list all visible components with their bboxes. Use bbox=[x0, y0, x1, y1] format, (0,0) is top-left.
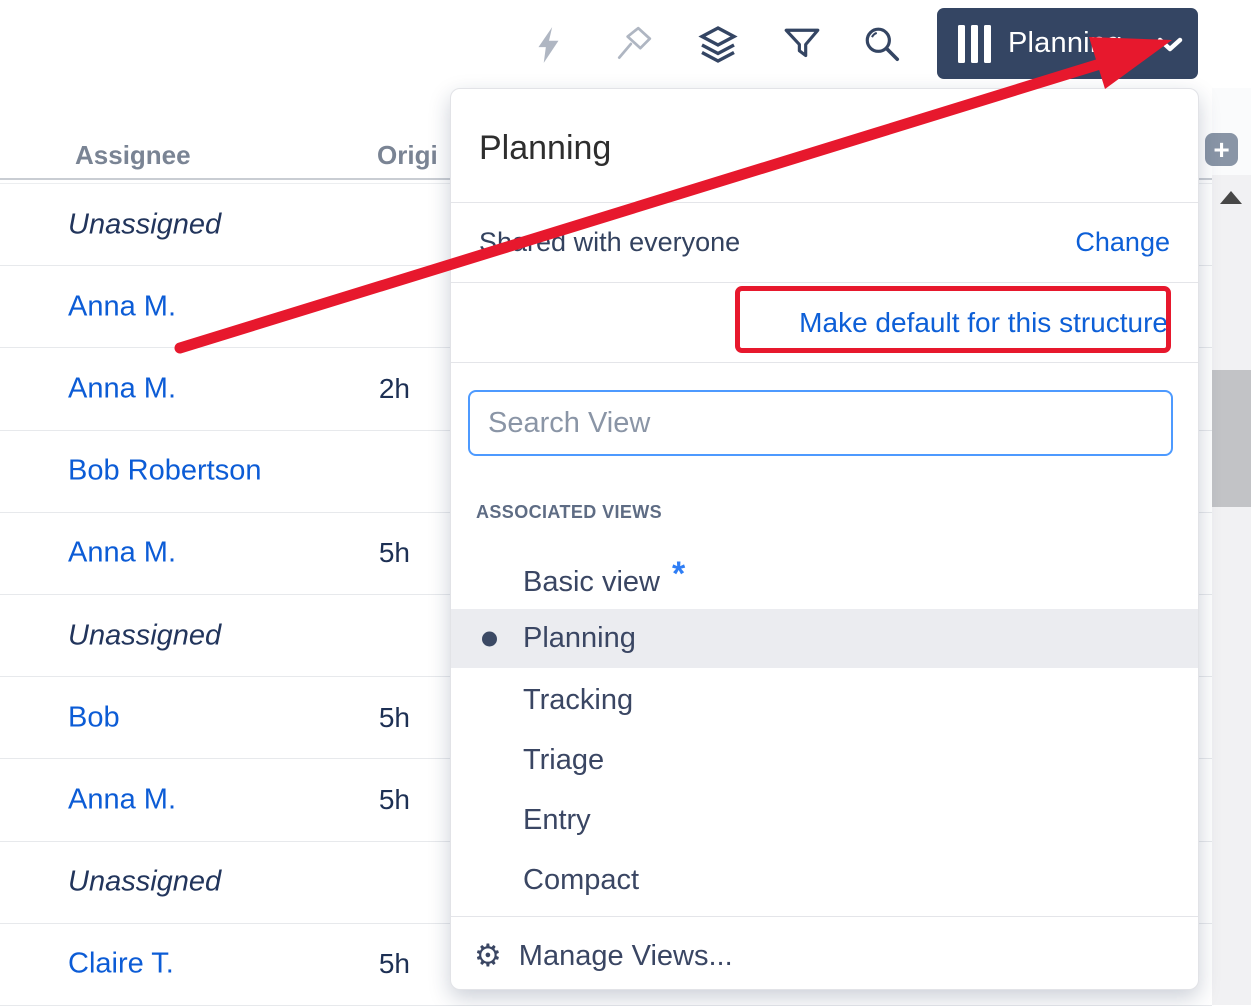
default-view-asterisk-icon: * bbox=[672, 555, 686, 593]
zap-icon[interactable] bbox=[529, 24, 569, 66]
assignee-link[interactable]: Bob bbox=[68, 701, 120, 734]
change-sharing-link[interactable]: Change bbox=[1075, 227, 1170, 258]
search-view-input[interactable] bbox=[470, 392, 1171, 454]
view-item-tracking[interactable]: Tracking bbox=[451, 671, 1198, 729]
view-item-planning[interactable]: Planning bbox=[451, 609, 1198, 668]
view-item-label: Planning bbox=[523, 622, 636, 654]
view-item-label: Compact bbox=[523, 864, 640, 896]
assignee-cell: Unassigned bbox=[68, 865, 222, 898]
assignee-link[interactable]: Claire T. bbox=[68, 948, 174, 981]
estimate-cell: 5h bbox=[378, 537, 410, 569]
sharing-row: Shared with everyone Change bbox=[451, 203, 1198, 283]
selected-bullet-icon bbox=[482, 631, 497, 646]
popup-title: Planning bbox=[451, 89, 1198, 203]
view-item-entry[interactable]: Entry bbox=[451, 791, 1198, 849]
vertical-scrollbar-track[interactable] bbox=[1212, 175, 1251, 1005]
view-selector-button[interactable]: Planning bbox=[937, 8, 1198, 79]
assignee-link[interactable]: Anna M. bbox=[68, 290, 176, 323]
view-button-label: Planning bbox=[1008, 27, 1123, 59]
view-item-basic-view[interactable]: Basic view * bbox=[451, 551, 1198, 609]
make-default-row: Make default for this structure bbox=[451, 283, 1198, 363]
estimate-cell: 5h bbox=[378, 701, 410, 733]
column-header-assignee[interactable]: Assignee bbox=[75, 140, 191, 171]
view-item-label: Triage bbox=[523, 744, 605, 776]
view-item-label: Entry bbox=[523, 804, 591, 836]
filter-icon[interactable] bbox=[782, 24, 822, 66]
search-view-field bbox=[468, 390, 1173, 456]
estimate-cell: 5h bbox=[378, 948, 410, 980]
assignee-cell: Unassigned bbox=[68, 208, 222, 241]
associated-views-label: ASSOCIATED VIEWS bbox=[476, 502, 663, 522]
view-item-compact[interactable]: Compact bbox=[451, 851, 1198, 909]
column-header-original-estimate[interactable]: Origi bbox=[377, 140, 438, 171]
scroll-up-arrow-icon[interactable] bbox=[1220, 191, 1242, 204]
pin-icon[interactable] bbox=[614, 24, 654, 66]
vertical-scrollbar-thumb[interactable] bbox=[1212, 370, 1251, 507]
search-icon[interactable] bbox=[862, 24, 902, 66]
manage-views-button[interactable]: ⚙ Manage Views... bbox=[451, 916, 1198, 989]
columns-icon bbox=[958, 24, 991, 63]
gear-icon: ⚙ bbox=[474, 938, 502, 974]
layers-icon[interactable] bbox=[698, 24, 738, 66]
assignee-link[interactable]: Anna M. bbox=[68, 783, 176, 816]
view-item-label: Basic view bbox=[523, 566, 660, 598]
view-switcher-popup: Planning Shared with everyone Change Mak… bbox=[450, 88, 1199, 990]
plus-icon: + bbox=[1213, 133, 1230, 165]
manage-views-label: Manage Views... bbox=[518, 939, 733, 972]
assignee-link[interactable]: Bob Robertson bbox=[68, 455, 261, 488]
estimate-cell: 2h bbox=[378, 372, 410, 404]
estimate-cell: 5h bbox=[378, 783, 410, 815]
make-default-link[interactable]: Make default for this structure bbox=[799, 307, 1168, 338]
assignee-link[interactable]: Anna M. bbox=[68, 537, 176, 570]
sharing-status: Shared with everyone bbox=[479, 227, 741, 257]
view-item-label: Tracking bbox=[523, 684, 634, 716]
assignee-link[interactable]: Anna M. bbox=[68, 372, 176, 405]
assignee-cell: Unassigned bbox=[68, 619, 222, 652]
chevron-down-icon bbox=[1157, 37, 1183, 58]
add-column-button[interactable]: + bbox=[1205, 133, 1238, 166]
view-item-triage[interactable]: Triage bbox=[451, 731, 1198, 789]
